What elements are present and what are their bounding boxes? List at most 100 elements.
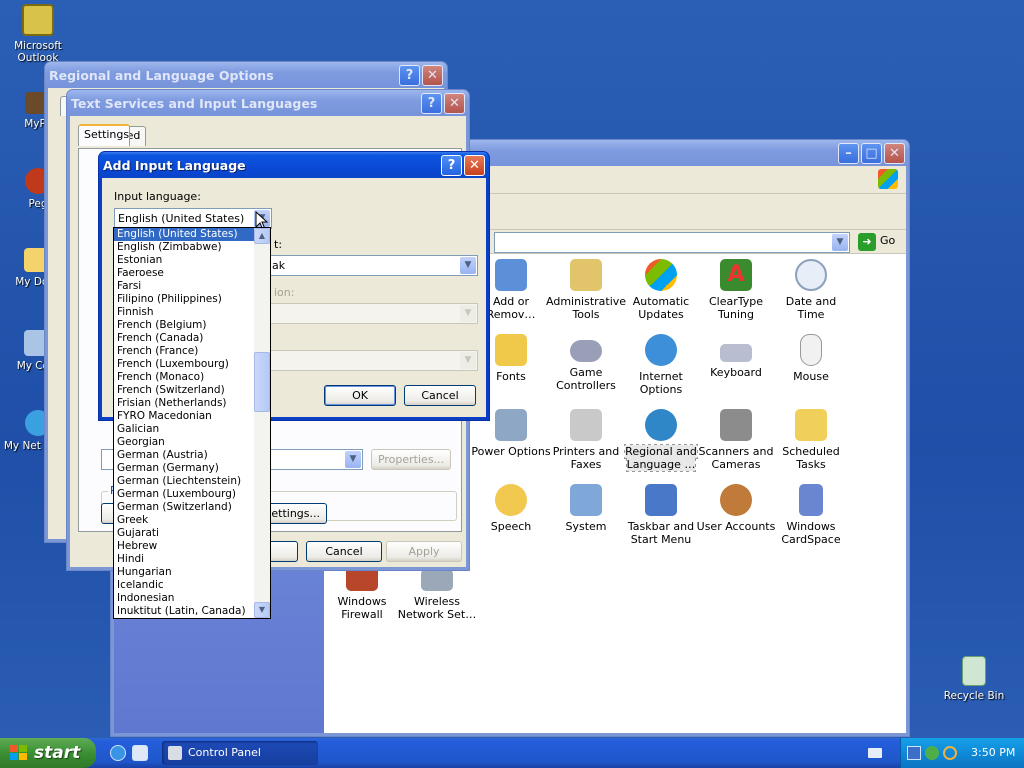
language-option[interactable]: Frisian (Netherlands) [114, 397, 254, 410]
language-option[interactable]: French (France) [114, 345, 254, 358]
printer-icon [570, 409, 602, 441]
ok-button[interactable]: OK [324, 385, 396, 406]
language-option[interactable]: German (Switzerland) [114, 501, 254, 514]
language-option[interactable]: Inuktitut (Latin, Canada) [114, 605, 254, 618]
cp-item-scanners-cameras[interactable]: Scanners and Cameras [696, 409, 776, 471]
language-option[interactable]: Galician [114, 423, 254, 436]
windows-flag-icon [10, 745, 27, 760]
scroll-thumb[interactable] [254, 352, 270, 412]
language-option[interactable]: German (Luxembourg) [114, 488, 254, 501]
close-button[interactable]: ✕ [422, 64, 443, 86]
cp-item-internet-options[interactable]: Internet Options [621, 334, 701, 396]
text-services-titlebar[interactable]: Text Services and Input Languages ? ✕ [67, 90, 469, 116]
go-arrow-icon[interactable]: ➜ [858, 233, 876, 251]
cp-item-date-time[interactable]: Date and Time [771, 259, 851, 321]
search-tray-icon[interactable] [943, 746, 957, 760]
dropdown-scrollbar[interactable]: ▲ ▼ [254, 228, 270, 618]
scroll-up-button[interactable]: ▲ [254, 228, 270, 244]
language-option[interactable]: English (United States) [114, 228, 254, 241]
close-button[interactable]: ✕ [444, 92, 465, 114]
cp-item-cardspace[interactable]: Windows CardSpace [771, 484, 851, 546]
language-option[interactable]: Faeroese [114, 267, 254, 280]
maximize-button[interactable]: □ [861, 142, 882, 164]
security-tray-icon[interactable] [925, 746, 939, 760]
language-option[interactable]: Filipino (Philippines) [114, 293, 254, 306]
cp-item-game-controllers[interactable]: Game Controllers [546, 334, 626, 392]
language-option[interactable]: Estonian [114, 254, 254, 267]
camera-icon [720, 409, 752, 441]
close-button[interactable]: ✕ [464, 154, 485, 176]
language-option[interactable]: Finnish [114, 306, 254, 319]
go-button[interactable]: Go [880, 234, 895, 247]
cp-item-scheduled-tasks[interactable]: Scheduled Tasks [771, 409, 851, 471]
cp-item-user-accounts[interactable]: User Accounts [696, 484, 776, 533]
cp-item-printers-faxes[interactable]: Printers and Faxes [546, 409, 626, 471]
language-option[interactable]: English (Zimbabwe) [114, 241, 254, 254]
chevron-down-icon[interactable]: ▼ [460, 257, 476, 274]
help-button[interactable]: ? [421, 92, 442, 114]
language-option[interactable]: Hungarian [114, 566, 254, 579]
cp-item-regional-language[interactable]: Regional and Language … [621, 409, 701, 472]
cancel-button[interactable]: Cancel [404, 385, 476, 406]
desktop-icon-outlook[interactable]: Microsoft Outlook [0, 4, 76, 64]
help-button[interactable]: ? [441, 154, 462, 176]
language-option[interactable]: French (Belgium) [114, 319, 254, 332]
scroll-down-button[interactable]: ▼ [254, 602, 270, 618]
quick-launch-icon[interactable] [132, 745, 148, 761]
cp-item-admin-tools[interactable]: Administrative Tools [546, 259, 626, 321]
taskbar-control-panel[interactable]: Control Panel [162, 741, 318, 765]
admin-tools-icon [570, 259, 602, 291]
tasks-icon [795, 409, 827, 441]
language-option[interactable]: French (Monaco) [114, 371, 254, 384]
keyboard-icon [720, 344, 752, 362]
network-tray-icon[interactable] [907, 746, 921, 760]
help-button[interactable]: ? [399, 64, 420, 86]
chevron-down-icon[interactable]: ▼ [832, 234, 848, 251]
control-panel-icon [168, 746, 182, 760]
cp-item-speech[interactable]: Speech [471, 484, 551, 533]
language-option[interactable]: German (Germany) [114, 462, 254, 475]
cp-item-system[interactable]: System [546, 484, 626, 533]
desktop-icon-recycle-bin[interactable]: Recycle Bin [936, 656, 1012, 702]
start-button[interactable]: start [0, 738, 96, 768]
internet-explorer-icon[interactable] [110, 745, 126, 761]
input-language-combo[interactable]: English (United States) ▼ [114, 208, 272, 229]
language-option[interactable]: Indonesian [114, 592, 254, 605]
language-option[interactable]: German (Liechtenstein) [114, 475, 254, 488]
language-option[interactable]: Greek [114, 514, 254, 527]
clock: 3:50 PM [971, 746, 1016, 759]
cp-item-automatic-updates[interactable]: Automatic Updates [621, 259, 701, 321]
chevron-down-icon[interactable]: ▼ [345, 451, 361, 468]
language-option[interactable]: French (Luxembourg) [114, 358, 254, 371]
minimize-button[interactable]: – [838, 142, 859, 164]
cp-item-keyboard[interactable]: Keyboard [696, 334, 776, 379]
updates-icon [645, 259, 677, 291]
cancel-button[interactable]: Cancel [306, 541, 382, 562]
language-option[interactable]: German (Austria) [114, 449, 254, 462]
cp-item-mouse[interactable]: Mouse [771, 334, 851, 383]
language-option[interactable]: French (Canada) [114, 332, 254, 345]
keyboard-tray-icon[interactable] [868, 748, 882, 758]
properties-button[interactable]: Properties... [371, 449, 451, 470]
add-input-titlebar[interactable]: Add Input Language ? ✕ [99, 152, 489, 178]
language-option[interactable]: FYRO Macedonian [114, 410, 254, 423]
keyboard-layout-combo[interactable]: ak ▼ [260, 255, 478, 276]
regional-titlebar[interactable]: Regional and Language Options ? ✕ [45, 62, 447, 88]
language-option[interactable]: Gujarati [114, 527, 254, 540]
language-option[interactable]: Hebrew [114, 540, 254, 553]
language-option[interactable]: Farsi [114, 280, 254, 293]
language-option[interactable]: Georgian [114, 436, 254, 449]
close-button[interactable]: ✕ [884, 142, 905, 164]
address-combo[interactable]: ▼ [494, 232, 850, 253]
cp-item-taskbar-start[interactable]: Taskbar and Start Menu [621, 484, 701, 546]
tab-settings[interactable]: Settings [78, 124, 130, 146]
gamepad-icon [570, 340, 602, 362]
language-dropdown-list[interactable]: English (United States) English (Zimbabwe… [113, 227, 271, 619]
cp-item-cleartype[interactable]: A ClearType Tuning [696, 259, 776, 321]
language-option[interactable]: French (Switzerland) [114, 384, 254, 397]
apply-button[interactable]: Apply [386, 541, 462, 562]
system-tray: 3:50 PM [900, 738, 1024, 768]
language-option[interactable]: Hindi [114, 553, 254, 566]
language-option[interactable]: Icelandic [114, 579, 254, 592]
system-icon [570, 484, 602, 516]
